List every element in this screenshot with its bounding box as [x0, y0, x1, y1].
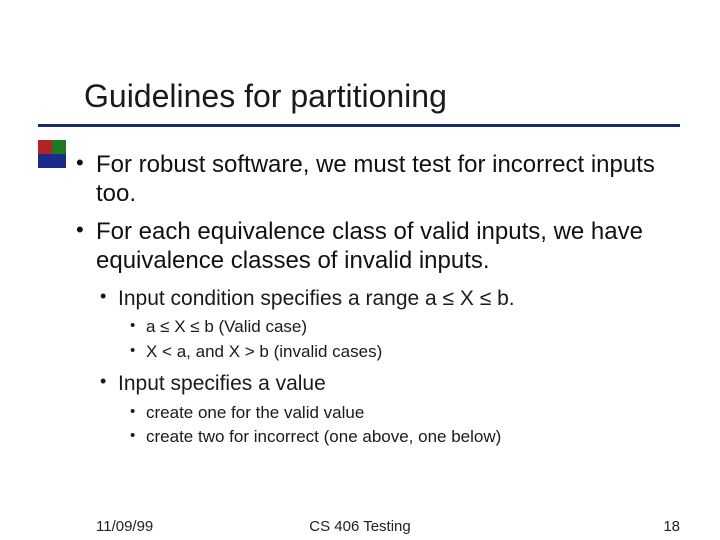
bullet-text: Input specifies a value — [118, 372, 326, 395]
slide-title: Guidelines for partitioning — [84, 78, 680, 115]
bullet-item: For robust software, we must test for in… — [96, 150, 670, 209]
bullet-text: create two for incorrect (one above, one… — [146, 427, 501, 446]
subsub-bullet-list: create one for the valid value create tw… — [146, 402, 670, 450]
footer-date: 11/09/99 — [96, 518, 153, 535]
footer-center: CS 406 Testing — [309, 518, 410, 535]
subsub-bullet-item: create two for incorrect (one above, one… — [146, 426, 670, 449]
sub-bullet-item: Input specifies a value create one for t… — [118, 370, 670, 449]
subsub-bullet-item: a ≤ X ≤ b (Valid case) — [146, 316, 670, 339]
sub-bullet-list: Input condition specifies a range a ≤ X … — [118, 285, 670, 449]
bullet-text: a ≤ X ≤ b (Valid case) — [146, 317, 307, 336]
bullet-item: For each equivalence class of valid inpu… — [96, 217, 670, 450]
content-area: For robust software, we must test for in… — [96, 150, 670, 457]
bullet-text: create one for the valid value — [146, 403, 364, 422]
bullet-text: For robust software, we must test for in… — [96, 151, 655, 207]
bullet-text: Input condition specifies a range a ≤ X … — [118, 287, 515, 310]
subsub-bullet-item: X < a, and X > b (invalid cases) — [146, 341, 670, 364]
bullet-text: X < a, and X > b (invalid cases) — [146, 342, 382, 361]
subsub-bullet-item: create one for the valid value — [146, 402, 670, 425]
bullet-text: For each equivalence class of valid inpu… — [96, 218, 643, 274]
slide: Guidelines for partitioning For robust s… — [0, 0, 720, 540]
title-row: Guidelines for partitioning — [84, 78, 680, 115]
bullet-list: For robust software, we must test for in… — [96, 150, 670, 449]
page-number: 18 — [663, 518, 680, 535]
subsub-bullet-list: a ≤ X ≤ b (Valid case) X < a, and X > b … — [146, 316, 670, 364]
sub-bullet-item: Input condition specifies a range a ≤ X … — [118, 285, 670, 364]
title-underline — [38, 124, 680, 127]
